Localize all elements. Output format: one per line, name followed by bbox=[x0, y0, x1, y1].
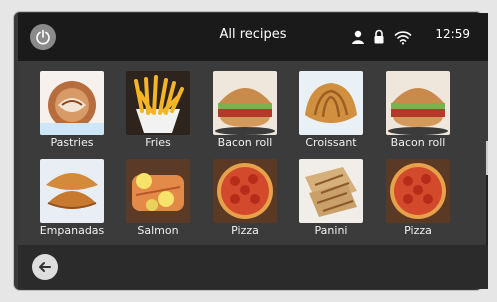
recipe-label: Pastries bbox=[50, 136, 94, 149]
recipe-tile-salmon[interactable]: Salmon bbox=[124, 159, 194, 245]
scrollbar-thumb[interactable] bbox=[486, 141, 488, 175]
back-button[interactable] bbox=[32, 254, 58, 280]
recipe-label: Pizza bbox=[404, 224, 432, 237]
recipe-tile-panini[interactable]: Panini bbox=[297, 159, 367, 245]
recipe-tile-croissant[interactable]: Croissant bbox=[297, 71, 367, 157]
power-button[interactable] bbox=[30, 24, 56, 50]
recipe-label: Bacon roll bbox=[390, 136, 446, 149]
recipe-label: Fries bbox=[145, 136, 171, 149]
recipe-label: Empanadas bbox=[39, 224, 105, 237]
fries-image bbox=[126, 71, 190, 135]
recipe-tile-pastries[interactable]: Pastries bbox=[38, 71, 108, 157]
panini-image bbox=[299, 159, 363, 223]
recipes-screen: All recipes 12:59 Pastries Fries Bacon r… bbox=[18, 13, 488, 289]
bacon-roll-image bbox=[213, 71, 277, 135]
recipe-label: Croissant bbox=[305, 136, 357, 149]
status-area: 12:59 bbox=[350, 27, 470, 47]
bottom-bar bbox=[18, 245, 488, 289]
screen-title: All recipes bbox=[219, 27, 287, 42]
recipe-tile-pizza[interactable]: Pizza bbox=[211, 159, 281, 245]
recipe-label: Panini bbox=[314, 224, 348, 237]
top-bar: All recipes 12:59 bbox=[18, 13, 488, 61]
wifi-icon bbox=[394, 31, 412, 45]
recipe-tile-pizza-2[interactable]: Pizza bbox=[384, 159, 454, 245]
empanadas-image bbox=[40, 159, 104, 223]
pastries-image bbox=[40, 71, 104, 135]
croissant-image bbox=[299, 71, 363, 135]
pizza-image bbox=[213, 159, 277, 223]
user-icon bbox=[352, 30, 364, 44]
salmon-image bbox=[126, 159, 190, 223]
pizza-image bbox=[386, 159, 450, 223]
recipe-tile-bacon-roll-2[interactable]: Bacon roll bbox=[384, 71, 454, 157]
power-icon bbox=[36, 29, 50, 45]
bacon-roll-image bbox=[386, 71, 450, 135]
back-arrow-icon bbox=[39, 262, 51, 272]
recipe-grid: Pastries Fries Bacon roll Croissant Baco… bbox=[38, 71, 488, 289]
recipe-tile-empanadas[interactable]: Empanadas bbox=[38, 159, 108, 245]
recipe-label: Bacon roll bbox=[217, 136, 273, 149]
recipe-tile-bacon-roll[interactable]: Bacon roll bbox=[211, 71, 281, 157]
recipe-label: Pizza bbox=[231, 224, 259, 237]
lock-icon bbox=[374, 29, 384, 44]
recipe-tile-fries[interactable]: Fries bbox=[124, 71, 194, 157]
recipe-label: Salmon bbox=[137, 224, 179, 237]
clock-time: 12:59 bbox=[435, 27, 470, 41]
